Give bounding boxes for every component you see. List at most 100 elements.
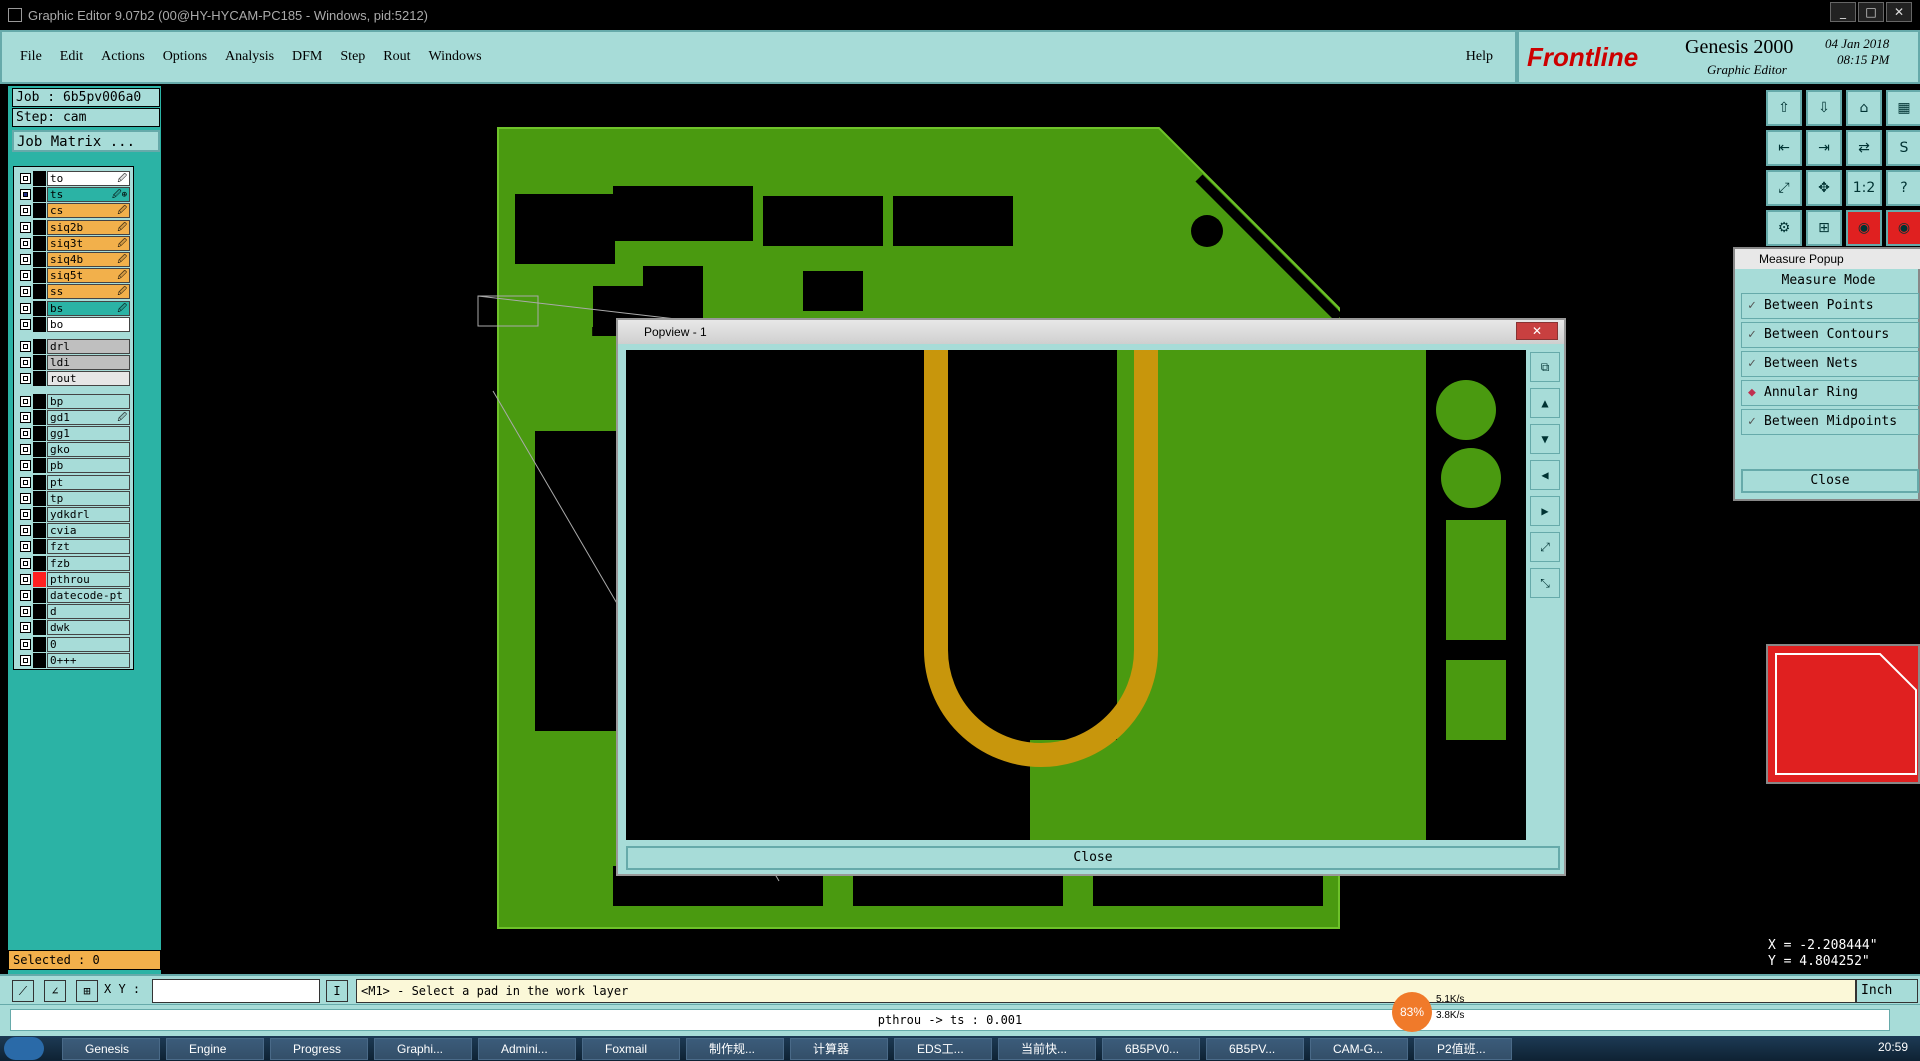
- taskbar-item[interactable]: CAM-G...: [1310, 1038, 1408, 1060]
- layer-color-swatch[interactable]: [33, 393, 46, 409]
- popview-zoom-in-icon[interactable]: ⤢: [1530, 532, 1560, 562]
- taskbar-item[interactable]: Engine: [166, 1038, 264, 1060]
- close-window-button[interactable]: ✕: [1886, 2, 1912, 22]
- layer-checkbox[interactable]: [20, 205, 31, 217]
- measure-icon[interactable]: ⚙: [1766, 210, 1802, 246]
- zoom-left-icon[interactable]: ⇤: [1766, 130, 1802, 166]
- layer-checkbox[interactable]: [20, 341, 31, 352]
- layer-row[interactable]: cs 🖉: [18, 203, 130, 219]
- layer-name[interactable]: fzb: [47, 555, 130, 571]
- layer-row[interactable]: datecode-pt: [18, 588, 130, 603]
- menu-options[interactable]: Options: [163, 49, 207, 65]
- taskbar-item[interactable]: 制作规...: [686, 1038, 784, 1060]
- layer-row[interactable]: drl: [18, 339, 130, 354]
- layer-name[interactable]: bs 🖉: [47, 300, 130, 316]
- layer-name[interactable]: bp: [47, 393, 130, 409]
- layer-color-swatch[interactable]: [33, 652, 46, 668]
- layer-checkbox[interactable]: [20, 173, 31, 184]
- layer-name[interactable]: gd1 🖉: [47, 409, 130, 425]
- layer-checkbox[interactable]: [20, 221, 31, 233]
- maximize-button[interactable]: □: [1858, 2, 1884, 22]
- menu-step[interactable]: Step: [340, 49, 365, 65]
- layer-checkbox[interactable]: [20, 654, 31, 666]
- layer-checkbox[interactable]: [20, 270, 31, 282]
- layer-name[interactable]: pthrou: [47, 571, 130, 587]
- layer-checkbox[interactable]: [20, 395, 31, 407]
- layer-checkbox[interactable]: [20, 286, 31, 298]
- layer-checkbox[interactable]: [20, 237, 31, 249]
- grid-icon[interactable]: ⊞: [1806, 210, 1842, 246]
- layer-row[interactable]: pb: [18, 458, 130, 474]
- layer-color-swatch[interactable]: [33, 442, 46, 458]
- layer-color-swatch[interactable]: [33, 409, 46, 425]
- layer-name[interactable]: datecode-pt: [47, 588, 130, 603]
- layer-checkbox[interactable]: [20, 509, 31, 520]
- layer-color-swatch[interactable]: [33, 339, 46, 354]
- layer-checkbox[interactable]: [20, 373, 31, 385]
- home-icon[interactable]: ⌂: [1846, 90, 1882, 126]
- save-icon[interactable]: ⇩: [1806, 90, 1842, 126]
- layer-name[interactable]: drl: [47, 339, 130, 354]
- mode-annular-ring[interactable]: ◆ Annular Ring: [1741, 380, 1919, 406]
- layer-row[interactable]: ydkdrl: [18, 507, 130, 522]
- layer-name[interactable]: ldi: [47, 355, 130, 371]
- layer-color-swatch[interactable]: [33, 219, 46, 235]
- route-icon[interactable]: S: [1886, 130, 1920, 166]
- layer-name[interactable]: cvia: [47, 523, 130, 539]
- layer-row[interactable]: fzt: [18, 539, 130, 555]
- layer-color-swatch[interactable]: [33, 371, 46, 387]
- layer-checkbox[interactable]: [20, 428, 31, 439]
- layer-color-swatch[interactable]: [33, 203, 46, 219]
- minimize-button[interactable]: _: [1830, 2, 1856, 22]
- layer-row[interactable]: siq3t 🖉: [18, 235, 130, 251]
- measure-close-button[interactable]: Close: [1741, 469, 1919, 493]
- layer-checkbox[interactable]: [20, 318, 31, 330]
- layer-row[interactable]: tp: [18, 490, 130, 506]
- layer-row[interactable]: ldi: [18, 355, 130, 371]
- layer-name[interactable]: gko: [47, 442, 130, 458]
- taskbar-item[interactable]: Progress: [270, 1038, 368, 1060]
- layer-color-swatch[interactable]: [33, 604, 46, 620]
- layer-row[interactable]: siq2b 🖉: [18, 219, 130, 235]
- popview-fit-icon[interactable]: ⧉: [1530, 352, 1560, 382]
- layer-color-swatch[interactable]: [33, 588, 46, 603]
- layer-checkbox[interactable]: [20, 476, 31, 488]
- layer-color-swatch[interactable]: [33, 268, 46, 284]
- layer-name[interactable]: ts 🖉⊕: [47, 187, 130, 203]
- layer-color-swatch[interactable]: [33, 490, 46, 506]
- layer-color-swatch[interactable]: [33, 523, 46, 539]
- layer-row[interactable]: dwk: [18, 620, 130, 636]
- layer-color-swatch[interactable]: [33, 252, 46, 267]
- taskbar-item[interactable]: Graphi...: [374, 1038, 472, 1060]
- layer-name[interactable]: siq4b 🖉: [47, 252, 130, 267]
- layer-name[interactable]: d: [47, 604, 130, 620]
- layer-row[interactable]: d: [18, 604, 130, 620]
- layer-name[interactable]: pt: [47, 474, 130, 490]
- layer-name[interactable]: bo: [47, 316, 130, 332]
- xy-input[interactable]: [152, 979, 320, 1003]
- layer-row[interactable]: ss 🖉: [18, 284, 130, 300]
- pan-icon[interactable]: ⇄: [1846, 130, 1882, 166]
- popview-zoom-out-icon[interactable]: ⤡: [1530, 568, 1560, 598]
- zoom-right-icon[interactable]: ⇥: [1806, 130, 1842, 166]
- menu-file[interactable]: File: [20, 49, 42, 65]
- help-icon[interactable]: ?: [1886, 170, 1920, 206]
- layer-name[interactable]: 0: [47, 636, 130, 652]
- popview-right-icon[interactable]: ▶: [1530, 496, 1560, 526]
- scale-icon[interactable]: 1:2: [1846, 170, 1882, 206]
- menu-dfm[interactable]: DFM: [292, 49, 322, 65]
- taskbar-item[interactable]: Genesis: [62, 1038, 160, 1060]
- layer-color-swatch[interactable]: [33, 636, 46, 652]
- layer-color-swatch[interactable]: [33, 235, 46, 251]
- layer-row[interactable]: gko: [18, 442, 130, 458]
- popview-up-icon[interactable]: ▲: [1530, 388, 1560, 418]
- mode-between-contours[interactable]: ✓ Between Contours: [1741, 322, 1919, 348]
- layer-checkbox[interactable]: [20, 638, 31, 650]
- menu-actions[interactable]: Actions: [101, 49, 145, 65]
- layer-checkbox[interactable]: [20, 573, 31, 585]
- unit-selector[interactable]: Inch: [1856, 979, 1918, 1003]
- layer-row[interactable]: to 🖉: [18, 171, 130, 186]
- layer-row[interactable]: rout: [18, 371, 130, 387]
- job-matrix-button[interactable]: Job Matrix ...: [12, 130, 160, 152]
- layer-checkbox[interactable]: [20, 525, 31, 537]
